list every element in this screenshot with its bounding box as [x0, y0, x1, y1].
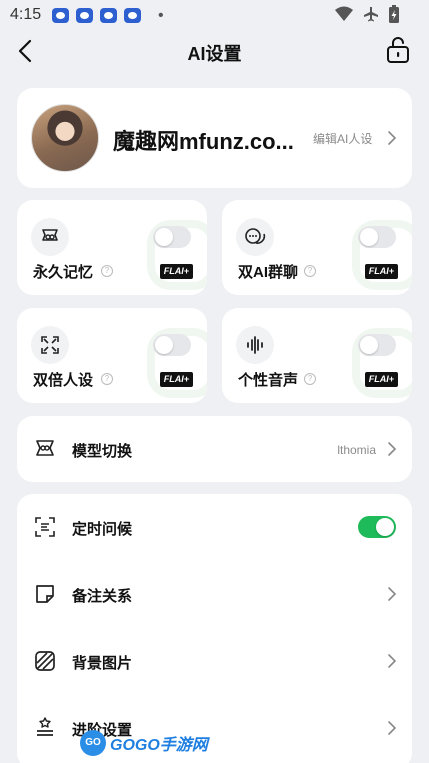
dual-ai-group-toggle[interactable]	[358, 226, 396, 248]
background-image-label: 背景图片	[72, 655, 133, 672]
watermark-text: GOGO手游网	[110, 737, 208, 754]
custom-voice-toggle[interactable]	[358, 334, 396, 356]
airplane-mode-icon	[364, 7, 378, 22]
chevron-right-icon	[388, 442, 397, 456]
feature-label: 双AI群聊	[238, 264, 299, 281]
watermark-logo: GO	[80, 730, 106, 756]
battery-charging-icon	[389, 5, 399, 23]
system-status-icons	[335, 5, 399, 23]
model-switch-row[interactable]: 模型切换 lthomia	[17, 416, 412, 482]
note-relationship-row[interactable]: 备注关系	[17, 561, 412, 627]
site-watermark: GO GOGO手游网	[80, 730, 208, 756]
scheduled-greeting-label: 定时问候	[72, 521, 133, 538]
feature-card-permanent-memory: 永久记忆 ? FLAI+	[17, 200, 207, 295]
feature-label: 双倍人设	[33, 372, 94, 389]
scheduled-greeting-toggle[interactable]	[358, 516, 396, 538]
feature-label: 个性音声	[238, 372, 299, 389]
double-persona-toggle[interactable]	[153, 334, 191, 356]
help-icon[interactable]: ?	[304, 373, 316, 385]
edit-ai-persona-link[interactable]: 编辑AI人设	[313, 130, 372, 147]
scan-text-icon	[35, 517, 55, 537]
sticky-note-icon	[36, 585, 54, 603]
ai-avatar[interactable]	[31, 104, 99, 172]
permanent-memory-toggle[interactable]	[153, 226, 191, 248]
flai-plus-badge: FLAI+	[159, 372, 193, 387]
feature-label: 永久记忆	[33, 264, 94, 281]
status-bar: 4:15 •	[0, 0, 429, 30]
current-model-value: lthomia	[337, 443, 376, 457]
more-notifications-dot-icon: •	[158, 7, 164, 24]
memory-icon	[31, 218, 69, 256]
settings-list-card: 定时问候 备注关系 背景图片 进阶设置	[17, 494, 412, 763]
ai-profile-card[interactable]: 魔趣网mfunz.co... 编辑AI人设	[17, 88, 412, 188]
model-switch-label: 模型切换	[72, 443, 133, 460]
advanced-settings-row[interactable]: 进阶设置	[17, 695, 412, 761]
flai-plus-badge: FLAI+	[364, 372, 398, 387]
app-notification-icon	[52, 8, 69, 23]
model-icon	[36, 440, 54, 456]
flai-plus-badge: FLAI+	[159, 264, 193, 279]
feature-card-double-persona: 双倍人设 ? FLAI+	[17, 308, 207, 403]
app-notification-icon	[76, 8, 93, 23]
chevron-right-icon	[388, 587, 397, 601]
chevron-right-icon	[388, 654, 397, 668]
model-switch-card[interactable]: 模型切换 lthomia	[17, 416, 412, 482]
status-time: 4:15	[10, 6, 42, 23]
note-relationship-label: 备注关系	[72, 588, 133, 605]
notification-icons	[52, 8, 141, 23]
voice-wave-icon	[236, 326, 274, 364]
chevron-right-icon	[388, 721, 397, 735]
chevron-right-icon	[388, 131, 397, 145]
feature-card-custom-voice: 个性音声 ? FLAI+	[222, 308, 412, 403]
app-notification-icon	[100, 8, 117, 23]
unlock-icon[interactable]	[385, 36, 411, 64]
scheduled-greeting-row: 定时问候	[17, 494, 412, 560]
help-icon[interactable]: ?	[101, 373, 113, 385]
group-chat-icon	[236, 218, 274, 256]
ai-name: 魔趣网mfunz.co...	[113, 129, 294, 154]
feature-card-dual-ai-group: 双AI群聊 ? FLAI+	[222, 200, 412, 295]
expand-icon	[31, 326, 69, 364]
flai-plus-badge: FLAI+	[364, 264, 398, 279]
advanced-settings-icon	[37, 717, 53, 736]
help-icon[interactable]: ?	[101, 265, 113, 277]
app-header: AI设置	[0, 30, 429, 72]
wifi-icon	[335, 6, 353, 21]
app-notification-icon	[124, 8, 141, 23]
background-pattern-icon	[35, 651, 55, 671]
background-image-row[interactable]: 背景图片	[17, 628, 412, 694]
help-icon[interactable]: ?	[304, 265, 316, 277]
page-title: AI设置	[187, 44, 242, 64]
